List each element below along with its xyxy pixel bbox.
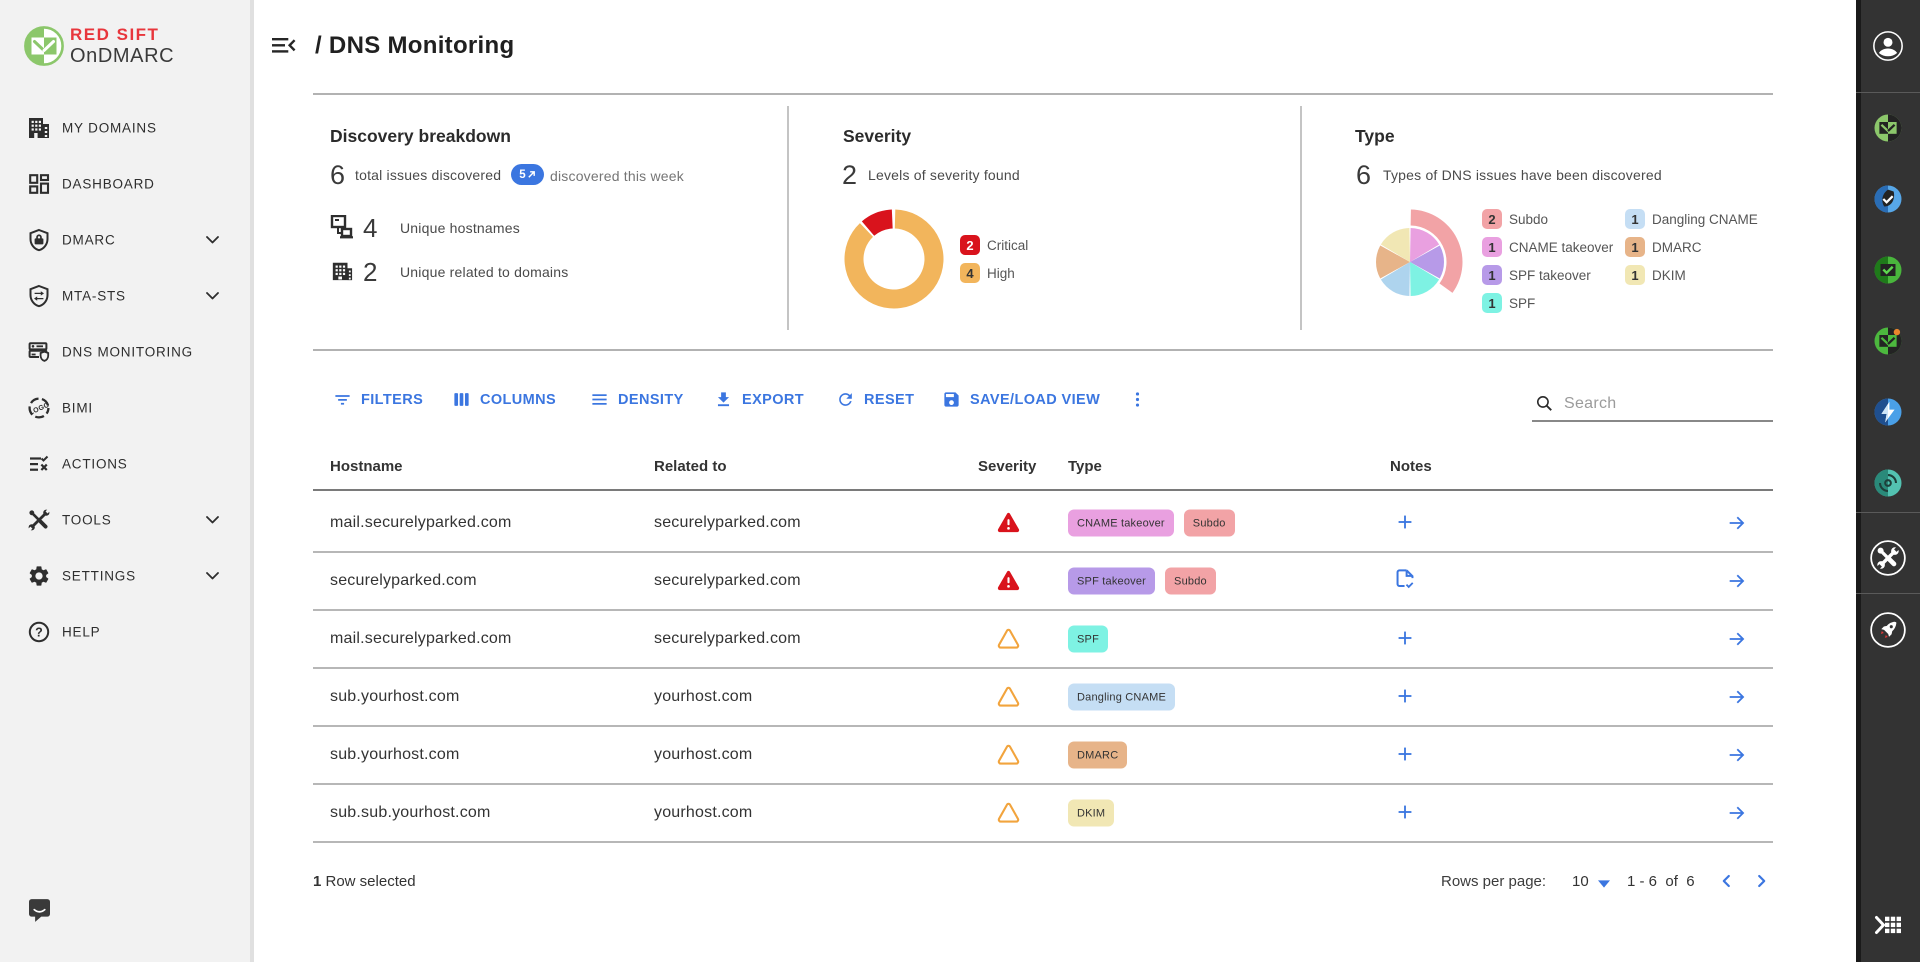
svg-text:?: ? (35, 625, 43, 639)
svg-text:LOGO: LOGO (28, 401, 51, 416)
